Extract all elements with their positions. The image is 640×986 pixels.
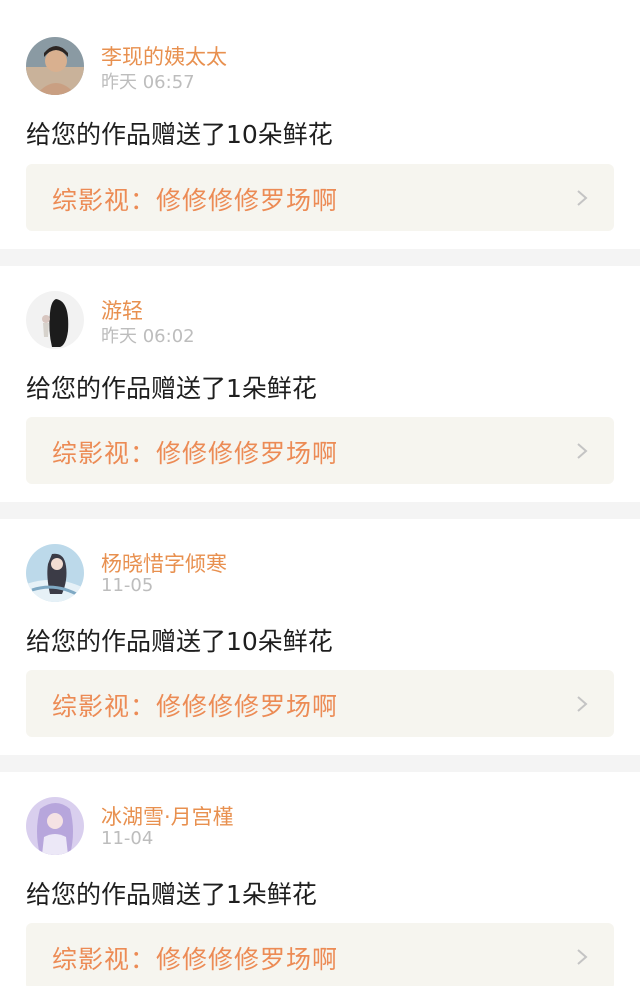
avatar[interactable]: [26, 544, 84, 602]
avatar[interactable]: [26, 37, 84, 95]
work-link[interactable]: 综影视：修修修修罗场啊: [26, 923, 614, 986]
work-title: 综影视：修修修修罗场啊: [52, 945, 339, 974]
notification-card: 游轻 昨天 06:02 给您的作品赠送了1朵鲜花 综影视：修修修修罗场啊: [0, 266, 640, 502]
gift-message: 给您的作品赠送了1朵鲜花: [26, 374, 317, 403]
username[interactable]: 游轻: [101, 295, 143, 325]
notification-card: 李现的姨太太 昨天 06:57 给您的作品赠送了10朵鲜花 综影视：修修修修罗场…: [0, 0, 640, 249]
work-link[interactable]: 综影视：修修修修罗场啊: [26, 417, 614, 484]
timestamp: 11-05: [101, 575, 154, 596]
gift-message: 给您的作品赠送了1朵鲜花: [26, 880, 317, 909]
timestamp: 11-04: [101, 828, 154, 849]
work-link[interactable]: 综影视：修修修修罗场啊: [26, 164, 614, 231]
avatar[interactable]: [26, 291, 84, 349]
notification-card: 冰湖雪·月宫槿 11-04 给您的作品赠送了1朵鲜花 综影视：修修修修罗场啊: [0, 772, 640, 986]
work-link[interactable]: 综影视：修修修修罗场啊: [26, 670, 614, 737]
flower-notification-list: 李现的姨太太 昨天 06:57 给您的作品赠送了10朵鲜花 综影视：修修修修罗场…: [0, 0, 640, 986]
timestamp: 昨天 06:02: [101, 326, 195, 347]
notification-card: 杨晓惜字倾寒 11-05 给您的作品赠送了10朵鲜花 综影视：修修修修罗场啊: [0, 519, 640, 755]
username[interactable]: 李现的姨太太: [101, 41, 227, 71]
avatar[interactable]: [26, 797, 84, 855]
username[interactable]: 冰湖雪·月宫槿: [101, 801, 234, 831]
work-title: 综影视：修修修修罗场啊: [52, 692, 339, 721]
chevron-right-icon: [576, 948, 588, 966]
gift-message: 给您的作品赠送了10朵鲜花: [26, 120, 333, 149]
chevron-right-icon: [576, 695, 588, 713]
timestamp: 昨天 06:57: [101, 72, 195, 93]
username[interactable]: 杨晓惜字倾寒: [101, 548, 227, 578]
chevron-right-icon: [576, 189, 588, 207]
work-title: 综影视：修修修修罗场啊: [52, 439, 339, 468]
gift-message: 给您的作品赠送了10朵鲜花: [26, 627, 333, 656]
chevron-right-icon: [576, 442, 588, 460]
work-title: 综影视：修修修修罗场啊: [52, 186, 339, 215]
